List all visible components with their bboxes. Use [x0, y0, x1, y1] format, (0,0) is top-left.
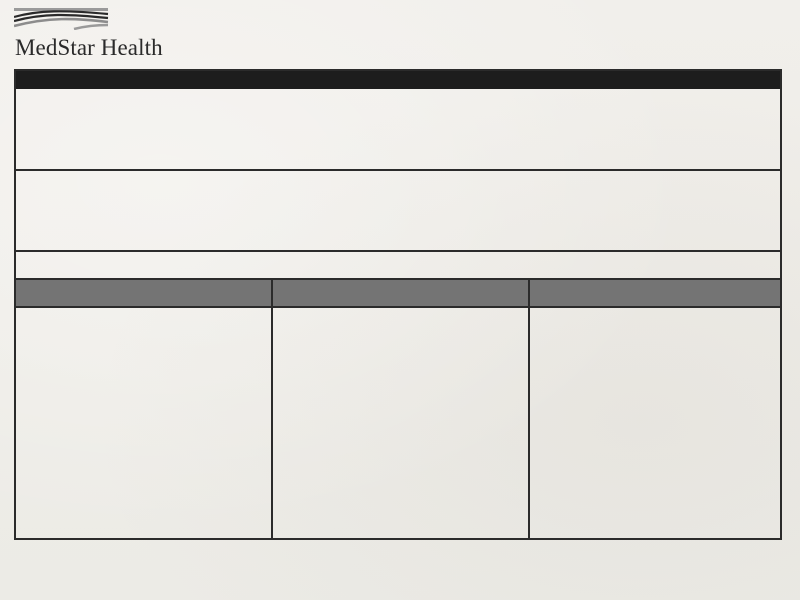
logo-wordmark: MedStar Health	[15, 35, 163, 60]
medstar-logo: MedStar Health	[14, 8, 194, 60]
column-divider-1	[271, 280, 273, 540]
column-header-row	[16, 280, 780, 308]
row-divider-2	[16, 250, 780, 252]
row-divider-4	[16, 306, 780, 308]
column-divider-2	[528, 280, 530, 540]
row-divider-1	[16, 169, 780, 171]
form-title-bar	[16, 71, 780, 89]
form-table	[14, 69, 782, 540]
medstar-wave-icon	[14, 8, 109, 30]
